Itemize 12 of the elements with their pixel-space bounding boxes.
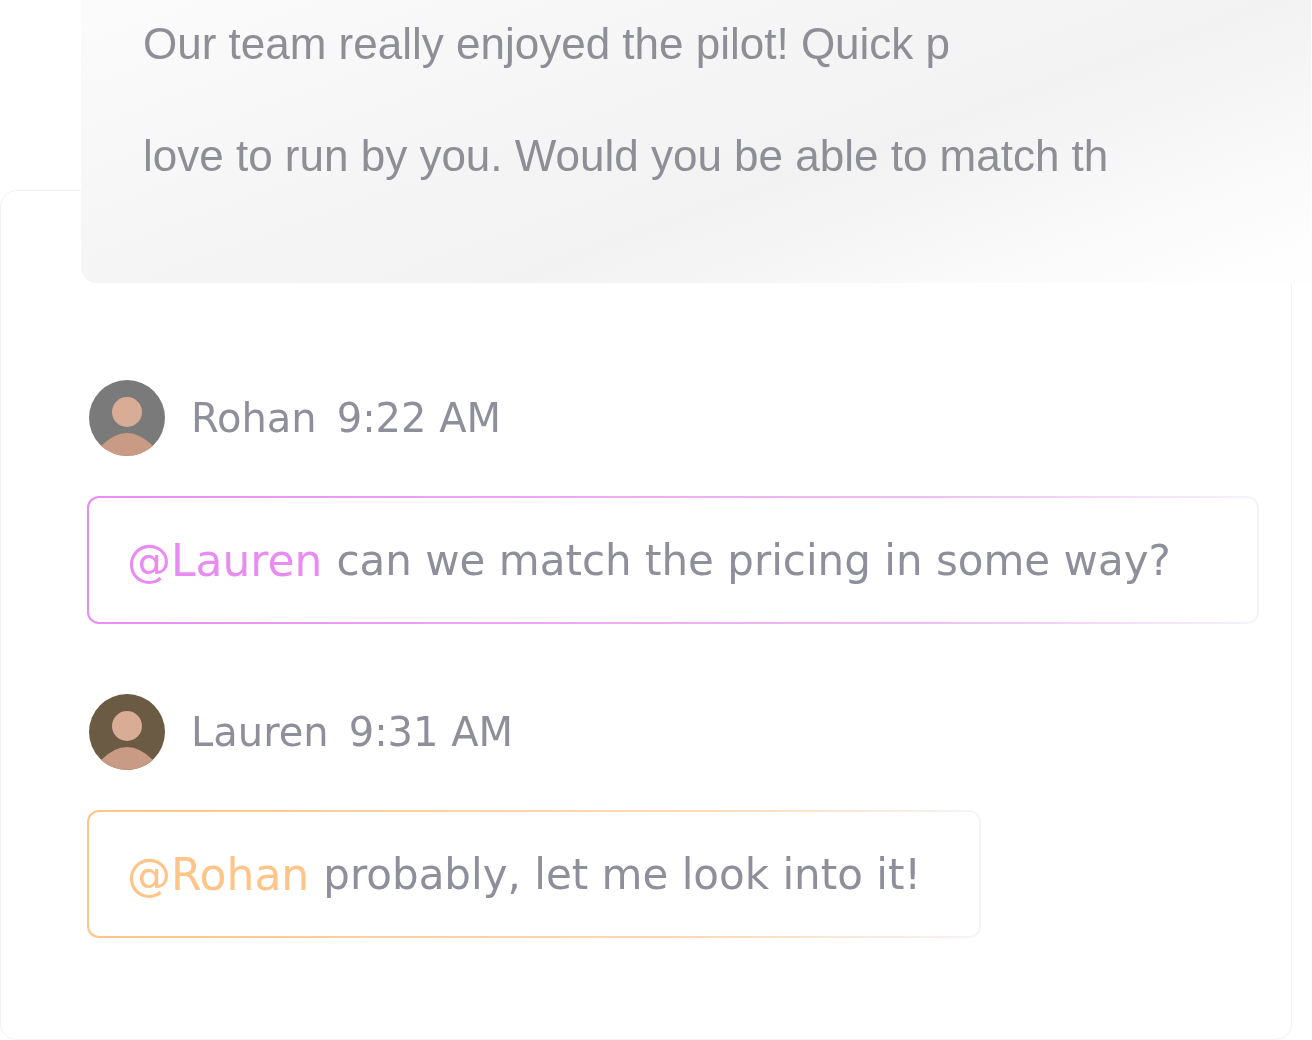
avatar-icon [89,380,165,456]
avatar-icon [89,694,165,770]
author-name: Lauren [191,709,329,755]
message-time: 9:22 AM [336,395,502,441]
quoted-message-text: Our team really enjoyed the pilot! Quick p [143,18,952,70]
author-name: Rohan [191,395,317,441]
message-time: 9:31 AM [348,709,514,755]
message-text: can we match the pricing in some way? [336,535,1171,585]
message-text: probably, let me look into it! [323,849,922,899]
quoted-message-text: love to run by you. Would you be able to match th [143,130,1110,182]
mention-link[interactable]: @Rohan [127,848,310,900]
mention-link[interactable]: @Lauren [127,534,323,586]
